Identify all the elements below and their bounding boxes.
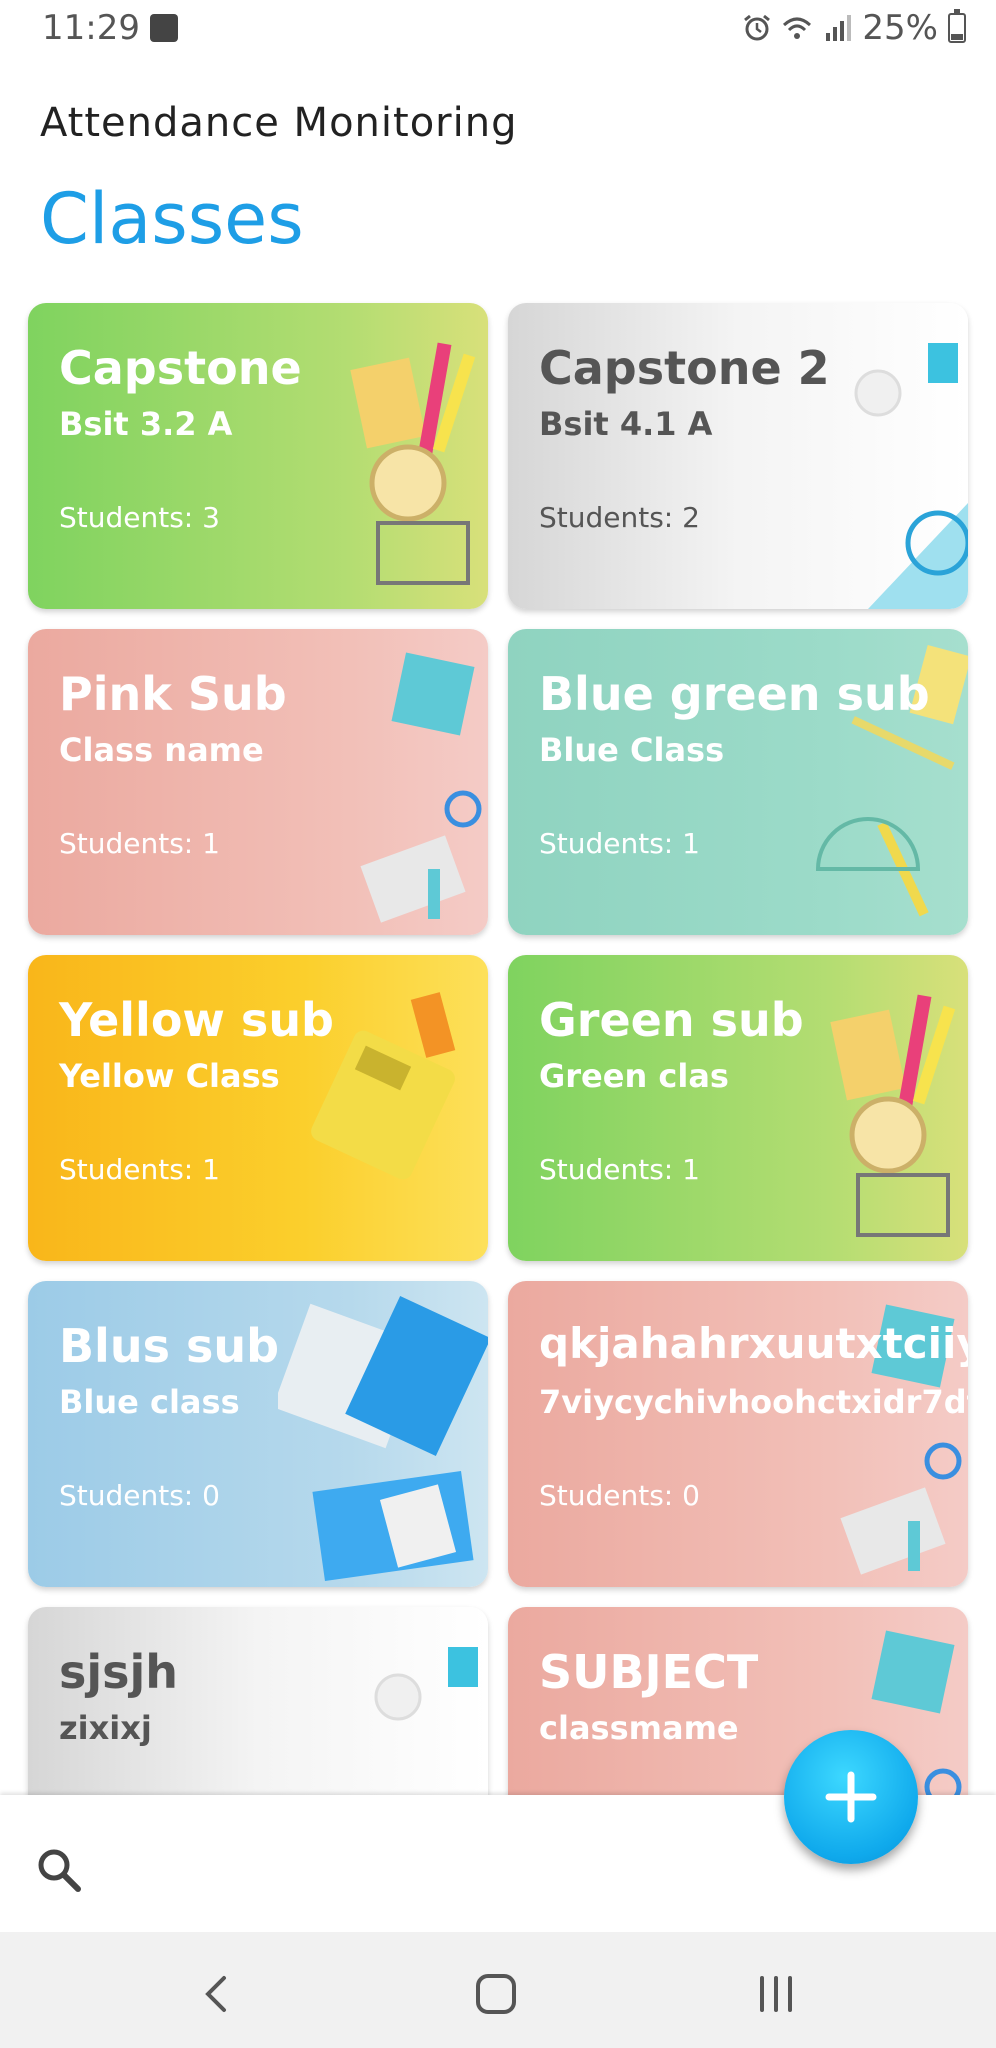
class-title: Green sub [539, 993, 804, 1047]
student-count: Students: 2 [539, 501, 700, 534]
class-section: Class name [59, 731, 264, 769]
class-card[interactable]: Capstone Bsit 3.2 A Students: 3 [28, 303, 488, 609]
class-section: classmame [539, 1709, 739, 1747]
class-section: Bsit 4.1 A [539, 405, 713, 443]
class-card[interactable]: Capstone 2 Bsit 4.1 A Students: 2 [508, 303, 968, 609]
alarm-icon [744, 14, 771, 41]
battery-icon [948, 9, 966, 43]
class-section: Blue class [59, 1383, 240, 1421]
signal-icon [826, 15, 852, 41]
recents-icon[interactable] [752, 1970, 800, 2018]
class-card[interactable]: Blue green sub Blue Class Students: 1 [508, 629, 968, 935]
plus-icon [825, 1771, 877, 1823]
page-title: Classes [40, 178, 304, 260]
status-bar: 11:29 25% [0, 0, 996, 60]
class-section: zixixj [59, 1709, 152, 1747]
status-indicators: 25% [742, 8, 966, 48]
class-section: Green clas [539, 1057, 729, 1095]
school-supplies-image [360, 652, 482, 923]
class-card[interactable]: Green sub Green clas Students: 1 [508, 955, 968, 1261]
class-title: Pink Sub [59, 667, 287, 721]
system-nav-bar [0, 1932, 996, 2048]
back-icon[interactable] [194, 1970, 242, 2018]
class-title: Capstone [59, 341, 302, 395]
class-section: Bsit 3.2 A [59, 405, 233, 443]
student-count: Students: 0 [539, 1479, 700, 1512]
search-icon[interactable] [34, 1845, 84, 1895]
class-section: Yellow Class [59, 1057, 280, 1095]
student-count: Students: 1 [539, 1153, 700, 1186]
class-title: Blus sub [59, 1319, 280, 1373]
class-card[interactable]: qkjahahrxuutxtciiy 7viycychivhoohctxidr7… [508, 1281, 968, 1587]
notification-icon [150, 14, 178, 42]
class-title: sjsjh [59, 1645, 179, 1699]
wifi-icon [783, 17, 812, 39]
school-supplies-image [350, 342, 476, 585]
class-card[interactable]: Yellow sub Yellow Class Students: 1 [28, 955, 488, 1261]
student-count: Students: 0 [59, 1479, 220, 1512]
home-icon[interactable] [472, 1970, 520, 2018]
student-count: Students: 1 [539, 827, 700, 860]
class-title: Capstone 2 [539, 341, 830, 395]
class-title: Blue green sub [539, 667, 930, 721]
student-count: Students: 1 [59, 827, 220, 860]
class-title: Yellow sub [59, 993, 334, 1047]
app-title: Attendance Monitoring [40, 100, 518, 146]
class-title: qkjahahrxuutxtciiy [539, 1319, 968, 1368]
class-title: SUBJECT [539, 1645, 759, 1699]
class-card[interactable]: Pink Sub Class name Students: 1 [28, 629, 488, 935]
class-section: 7viycychivhoohctxidr7dt [539, 1383, 968, 1421]
class-card[interactable]: Blus sub Blue class Students: 0 [28, 1281, 488, 1587]
class-section: Blue Class [539, 731, 725, 769]
status-time: 11:29 [42, 8, 140, 48]
add-class-button[interactable] [784, 1730, 918, 1864]
battery-percent: 25% [862, 8, 938, 48]
school-supplies-image [278, 1295, 488, 1582]
student-count: Students: 3 [59, 501, 220, 534]
student-count: Students: 1 [59, 1153, 220, 1186]
